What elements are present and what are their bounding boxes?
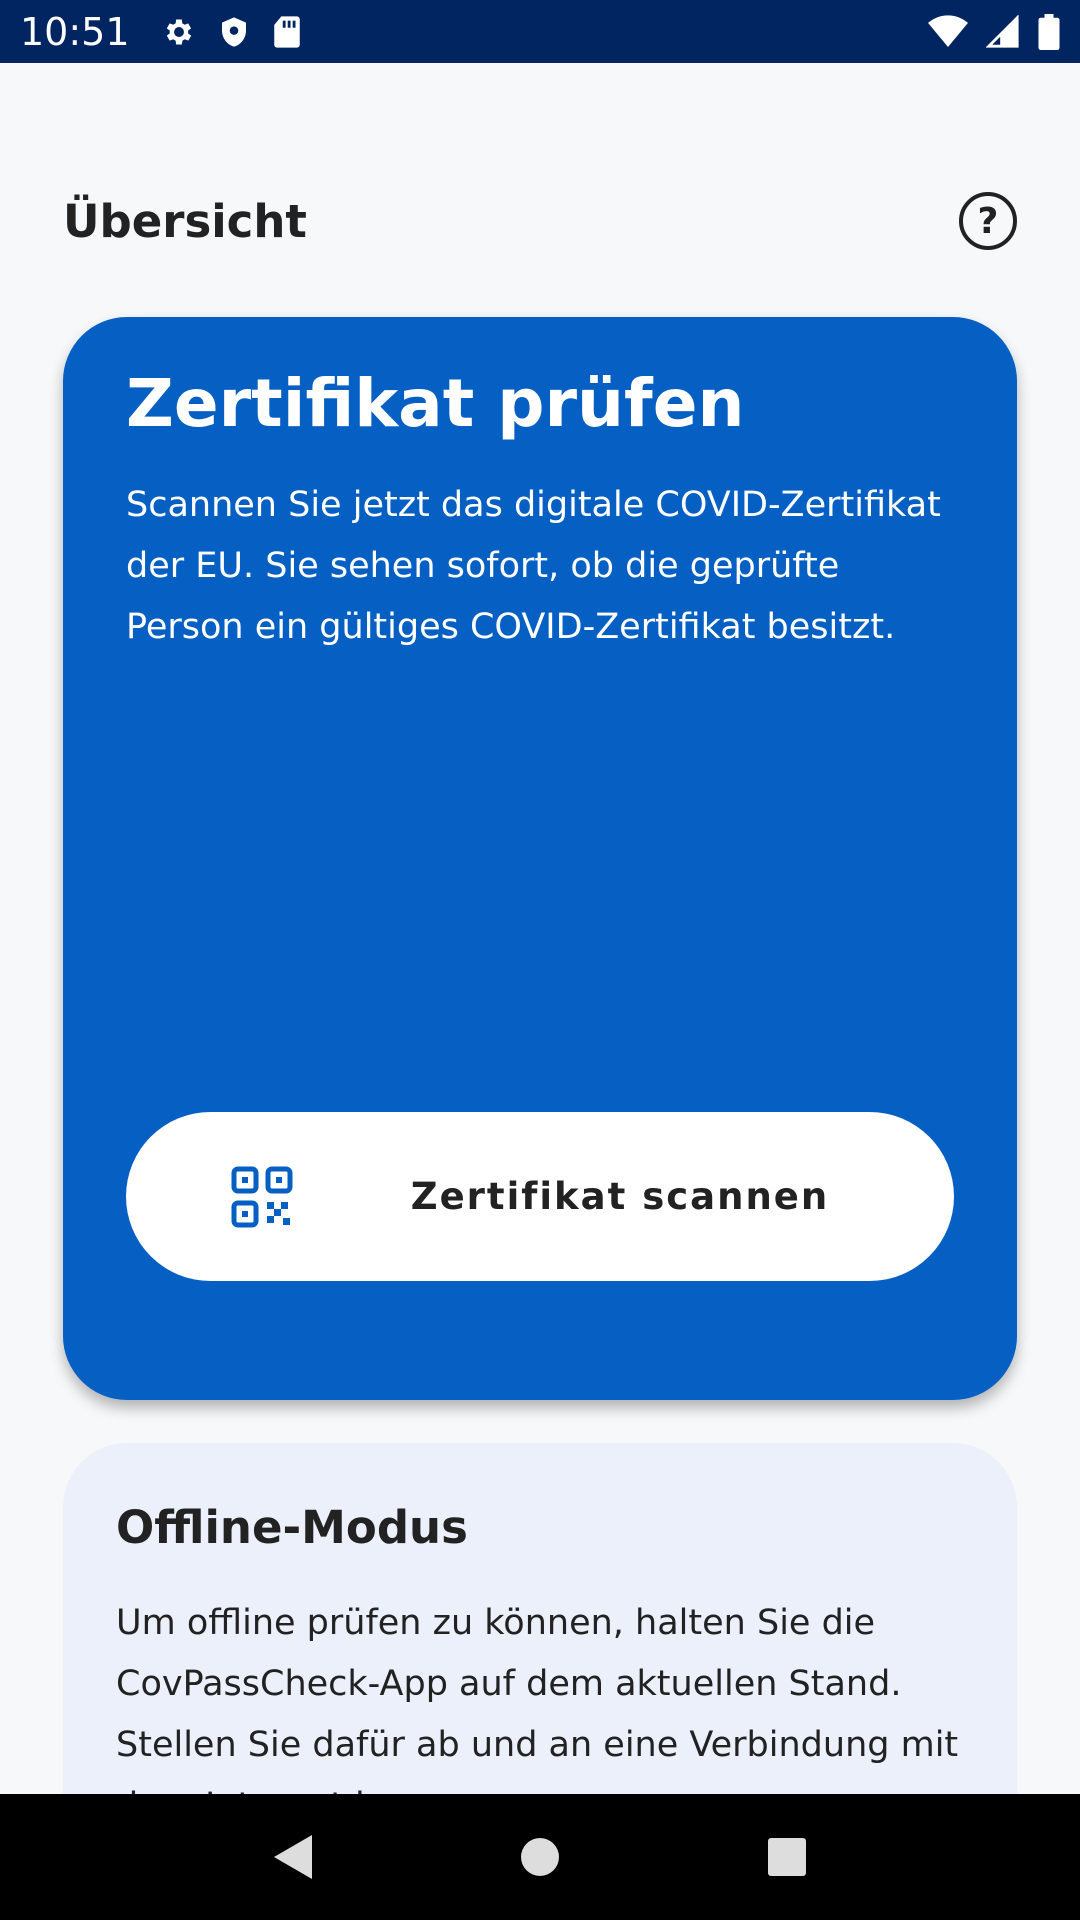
offline-card-text: Um offline prüfen zu können, halten Sie … (116, 1603, 959, 1794)
help-button[interactable]: ? (959, 192, 1017, 250)
home-icon[interactable] (500, 1817, 580, 1897)
screen: 10:51 Übersicht ? Zertifikat prüfen Scan… (0, 0, 1080, 1920)
status-right (928, 13, 1060, 50)
qr-code-icon (231, 1166, 293, 1228)
wifi-icon (928, 14, 968, 49)
shield-icon (218, 15, 250, 49)
navigation-bar (0, 1794, 1080, 1920)
offline-mode-card: Offline-Modus Um offline prüfen zu könne… (63, 1443, 1017, 1794)
status-bar: 10:51 (0, 0, 1080, 63)
back-icon[interactable] (253, 1817, 333, 1897)
scan-button-label: Zertifikat scannen (410, 1175, 830, 1218)
battery-icon (1038, 13, 1060, 50)
check-certificate-card: Zertifikat prüfen Scannen Sie jetzt das … (63, 317, 1017, 1400)
recents-icon[interactable] (747, 1817, 827, 1897)
offline-card-title: Offline-Modus (116, 1501, 468, 1554)
gear-icon (162, 15, 196, 49)
page-title: Übersicht (63, 194, 307, 248)
header: Übersicht ? (63, 191, 1017, 251)
help-icon: ? (977, 200, 999, 242)
status-time: 10:51 (20, 9, 130, 54)
sd-card-icon (272, 15, 302, 49)
scan-certificate-button[interactable]: Zertifikat scannen (126, 1112, 954, 1281)
main-content: Übersicht ? Zertifikat prüfen Scannen Si… (0, 63, 1080, 1794)
check-card-title: Zertifikat prüfen (126, 365, 745, 442)
status-left: 10:51 (20, 10, 302, 54)
cell-signal-icon (986, 14, 1020, 49)
status-icons-left (162, 15, 302, 49)
check-card-description: Scannen Sie jetzt das digitale COVID-Zer… (126, 485, 941, 647)
